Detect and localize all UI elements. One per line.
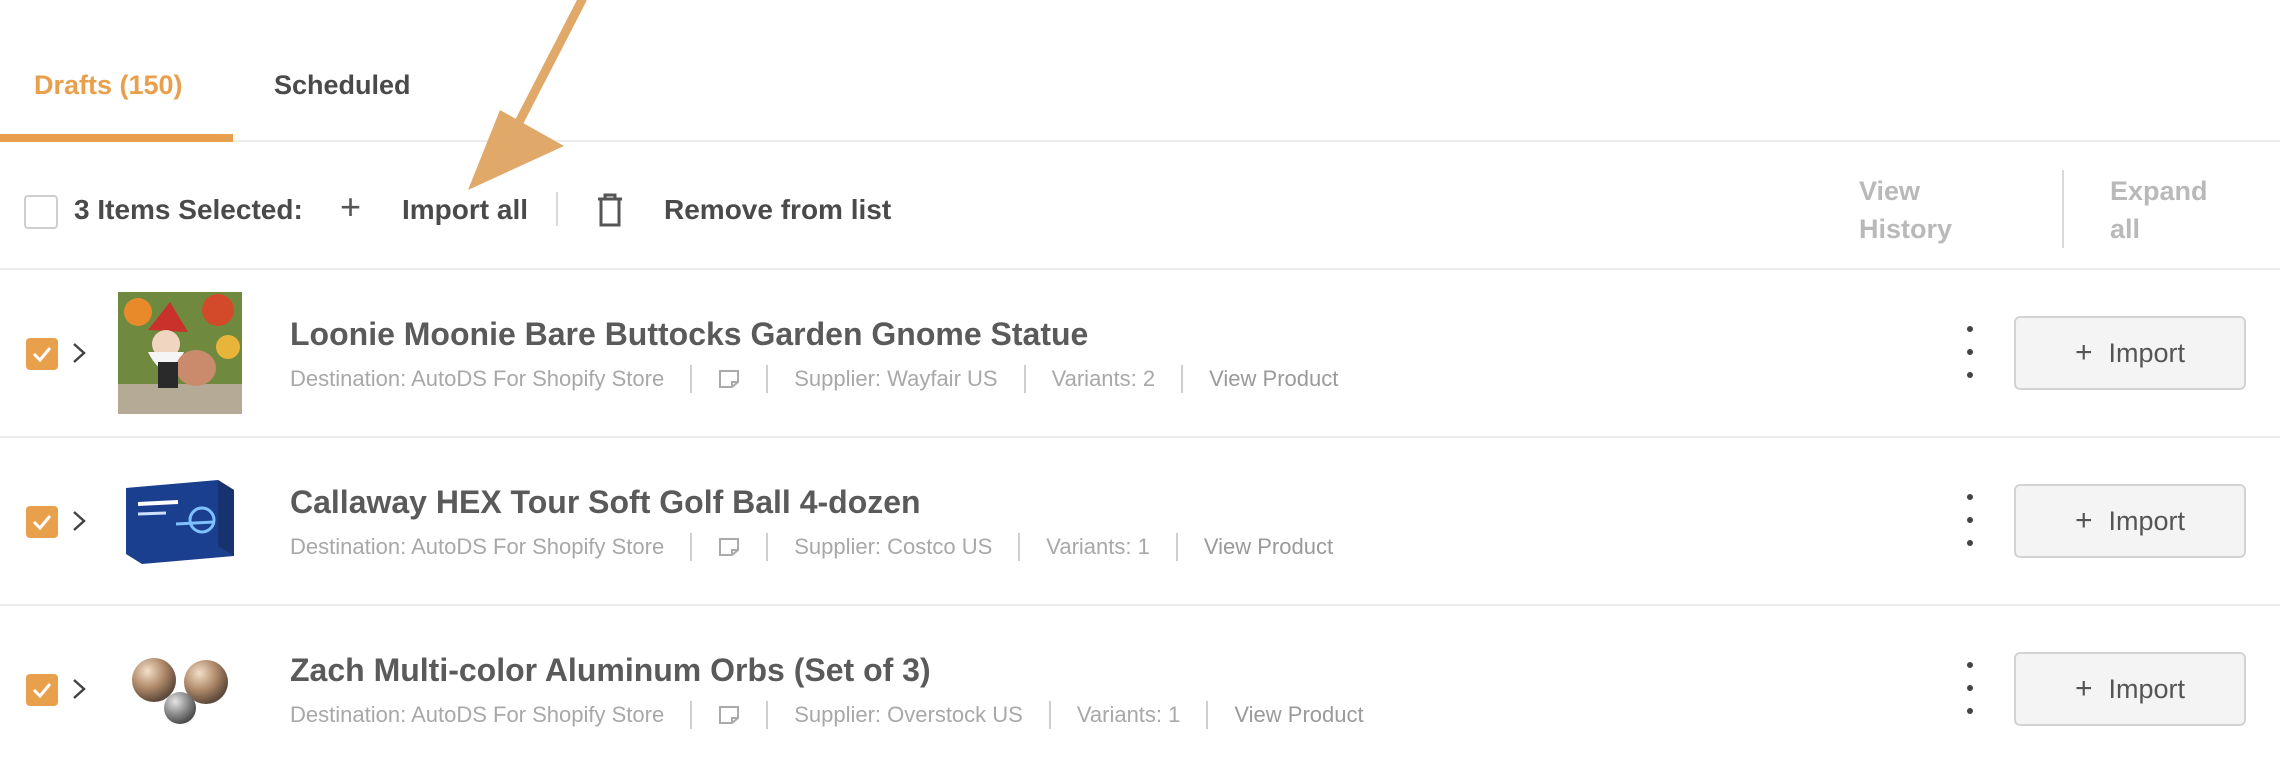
meta-divider [1023,365,1026,393]
chevron-right-icon[interactable] [70,672,90,706]
destination-label: Destination: AutoDS For Shopify Store [290,366,665,391]
expand-all-line-1: Expand [2110,176,2208,206]
chevron-right-icon[interactable] [70,504,90,538]
view-history-line-1: View [1859,176,1921,206]
meta-divider [1048,701,1051,729]
destination-label: Destination: AutoDS For Shopify Store [290,534,665,559]
view-history-button[interactable]: View History [1859,172,1969,248]
plus-icon: + [2074,336,2093,369]
chevron-right-icon[interactable] [70,336,90,370]
note-icon[interactable] [718,705,740,725]
product-title[interactable]: Loonie Moonie Bare Buttocks Garden Gnome… [290,316,1088,353]
import-button[interactable]: + Import [2014,316,2246,390]
view-product-link[interactable]: View Product [1234,702,1363,728]
note-icon[interactable] [718,537,740,557]
row-checkbox[interactable] [26,338,58,370]
plus-icon[interactable]: + [340,189,361,225]
toolbar-divider [556,192,558,226]
checkmark-icon [32,683,52,698]
selected-count-label: 3 Items Selected: [74,194,303,225]
meta-divider [1175,533,1178,561]
supplier-label: Supplier: Overstock US [794,702,1023,727]
meta-divider [690,365,693,393]
draft-product-list: Loonie Moonie Bare Buttocks Garden Gnome… [0,270,2280,759]
supplier-label: Supplier: Wayfair US [794,366,998,391]
import-all-button[interactable]: Import all [402,194,528,226]
meta-divider [690,533,693,561]
remove-from-list-button[interactable]: Remove from list [664,194,891,226]
meta-divider [1181,365,1184,393]
row-checkbox[interactable] [26,506,58,538]
plus-icon: + [2074,504,2093,537]
meta-divider [690,701,693,729]
product-thumbnail[interactable] [118,460,242,582]
product-thumbnail[interactable] [118,292,242,414]
destination-label: Destination: AutoDS For Shopify Store [290,702,665,727]
import-button[interactable]: + Import [2014,652,2246,726]
trash-icon[interactable] [594,192,626,228]
row-checkbox[interactable] [26,674,58,706]
checkmark-icon [32,347,52,362]
expand-all-line-2: all [2110,214,2141,244]
product-title[interactable]: Callaway HEX Tour Soft Golf Ball 4-dozen [290,484,921,521]
bulk-toolbar: 3 Items Selected: + Import all Remove fr… [0,142,2280,270]
toolbar-vertical-divider [2062,170,2064,248]
meta-divider [1206,701,1209,729]
expand-all-button[interactable]: Expand all [2110,172,2220,248]
variants-label: Variants: 2 [1051,366,1156,391]
view-history-line-2: History [1859,214,1953,244]
meta-divider [766,365,769,393]
view-product-link[interactable]: View Product [1204,534,1333,560]
import-button-label: Import [2108,673,2186,704]
meta-divider [766,533,769,561]
active-tab-indicator [0,134,233,142]
tab-bar: Drafts (150) Scheduled [0,0,2280,142]
list-item: Loonie Moonie Bare Buttocks Garden Gnome… [0,270,2280,438]
product-meta: Destination: AutoDS For Shopify Store Su… [290,700,1364,730]
meta-divider [1018,533,1021,561]
list-item: Callaway HEX Tour Soft Golf Ball 4-dozen… [0,438,2280,606]
more-options-icon[interactable] [1958,326,1982,378]
view-product-link[interactable]: View Product [1209,366,1338,392]
import-button-label: Import [2108,337,2186,368]
meta-divider [766,701,769,729]
select-all-checkbox[interactable] [24,195,58,229]
supplier-label: Supplier: Costco US [794,534,993,559]
more-options-icon[interactable] [1958,494,1982,546]
more-options-icon[interactable] [1958,662,1982,714]
import-button[interactable]: + Import [2014,484,2246,558]
product-meta: Destination: AutoDS For Shopify Store Su… [290,364,1338,394]
plus-icon: + [2074,672,2093,705]
import-button-label: Import [2108,505,2186,536]
variants-label: Variants: 1 [1076,702,1181,727]
note-icon[interactable] [718,369,740,389]
variants-label: Variants: 1 [1046,534,1150,559]
tab-scheduled[interactable]: Scheduled [274,70,411,101]
tab-drafts[interactable]: Drafts (150) [34,70,183,101]
product-title[interactable]: Zach Multi-color Aluminum Orbs (Set of 3… [290,652,931,689]
product-thumbnail[interactable] [118,628,242,750]
list-item: Zach Multi-color Aluminum Orbs (Set of 3… [0,606,2280,759]
product-meta: Destination: AutoDS For Shopify Store Su… [290,532,1333,562]
checkmark-icon [32,515,52,530]
